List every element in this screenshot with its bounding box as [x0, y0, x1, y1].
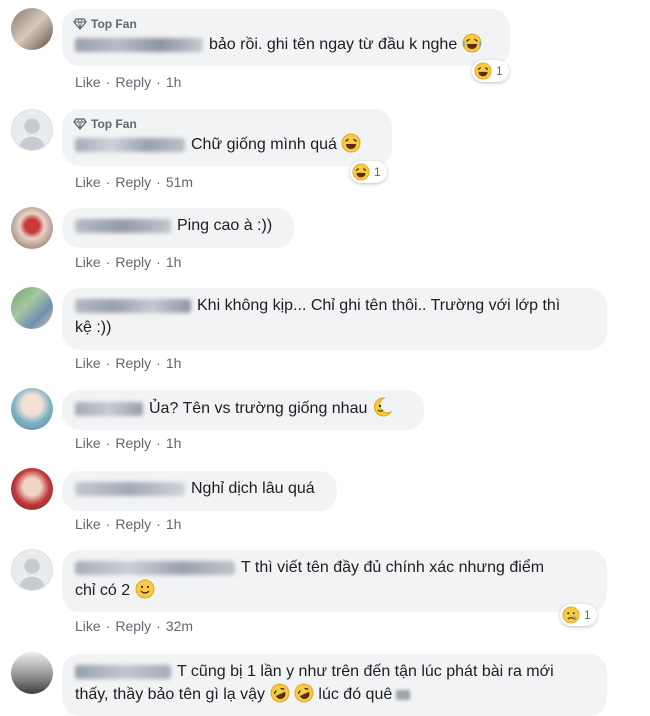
comment-bubble: Top Fan bảo rồi. ghi tên ngay từ đầu k n… — [62, 9, 510, 66]
comment-bubble: Ủa? Tên vs trường giống nhau — [62, 390, 424, 430]
avatar[interactable] — [11, 652, 53, 694]
comment-bubble: Khi không kịp... Chỉ ghi tên thôi.. Trườ… — [62, 288, 607, 350]
timestamp[interactable]: 1h — [166, 354, 182, 372]
comment-actions: Like · Reply · 1h — [75, 354, 182, 372]
comment-text-line-2: thấy, thầy bảo tên gì lạ vậy — [75, 686, 266, 703]
avatar[interactable] — [11, 109, 53, 151]
comment-actions: Like · Reply · 51m — [75, 173, 194, 191]
reaction-count[interactable]: 1 — [472, 60, 509, 82]
laughing-emoji — [341, 133, 361, 153]
laughing-emoji — [474, 62, 492, 80]
reaction-count[interactable]: 1 — [560, 604, 597, 626]
comment-text: Chữ giống mình quá — [191, 136, 337, 153]
smiling-emoji — [135, 579, 155, 599]
comment-text-line-1: Khi không kịp... Chỉ ghi tên thôi.. Trườ… — [197, 297, 561, 314]
timestamp[interactable]: 32m — [166, 617, 193, 635]
like-link[interactable]: Like — [75, 253, 101, 271]
author-name[interactable] — [75, 137, 185, 152]
comment-text-line-2-tail: lúc đó quê — [318, 686, 393, 703]
like-link[interactable]: Like — [75, 617, 101, 635]
comment-text: Ping cao à :)) — [177, 217, 273, 234]
like-link[interactable]: Like — [75, 173, 101, 191]
comment-actions: Like · Reply · 1h — [75, 253, 182, 271]
top-fan-badge: Top Fan — [73, 116, 379, 132]
avatar[interactable] — [11, 388, 53, 430]
reaction-count[interactable]: 1 — [350, 161, 387, 183]
comment-bubble: T cũng bị 1 lần y như trên đến tận lúc p… — [62, 654, 607, 716]
reply-link[interactable]: Reply — [115, 173, 151, 191]
timestamp[interactable]: 1h — [166, 253, 182, 271]
crescent-moon-face-emoji — [373, 397, 392, 417]
author-name[interactable] — [75, 218, 171, 233]
timestamp[interactable]: 1h — [166, 434, 182, 452]
diamond-icon — [73, 118, 87, 130]
comment-text-line-1: T thì viết tên đầy đủ chính xác nhưng đi… — [241, 559, 545, 576]
comment-bubble: T thì viết tên đầy đủ chính xác nhưng đi… — [62, 550, 607, 612]
like-link[interactable]: Like — [75, 434, 101, 452]
reply-link[interactable]: Reply — [115, 617, 151, 635]
author-name[interactable] — [75, 664, 171, 679]
timestamp[interactable]: 1h — [166, 515, 182, 533]
author-name[interactable] — [75, 560, 235, 575]
diamond-icon — [73, 18, 87, 30]
author-name[interactable] — [75, 37, 203, 52]
comment-actions: Like · Reply · 1h — [75, 434, 182, 452]
author-name[interactable] — [75, 298, 191, 313]
like-link[interactable]: Like — [75, 354, 101, 372]
comment-text: Nghỉ dịch lâu quá — [191, 480, 315, 497]
default-profile-icon — [12, 110, 52, 150]
author-name[interactable] — [75, 481, 185, 496]
reply-link[interactable]: Reply — [115, 434, 151, 452]
reply-link[interactable]: Reply — [115, 354, 151, 372]
like-link[interactable]: Like — [75, 515, 101, 533]
comment-actions: Like · Reply · 1h — [75, 515, 182, 533]
avatar[interactable] — [11, 8, 53, 50]
avatar[interactable] — [11, 207, 53, 249]
comment-bubble: Nghỉ dịch lâu quá — [62, 471, 337, 511]
like-link[interactable]: Like — [75, 73, 101, 91]
avatar[interactable] — [11, 468, 53, 510]
reply-link[interactable]: Reply — [115, 73, 151, 91]
reply-link[interactable]: Reply — [115, 515, 151, 533]
comment-actions: Like · Reply · 32m — [75, 617, 194, 635]
blurred-text — [396, 689, 411, 700]
comment-text-line-2: chỉ có 2 — [75, 582, 131, 599]
comment-text: bảo rồi. ghi tên ngay từ đầu k nghe — [209, 36, 458, 53]
comment-text: Ủa? Tên vs trường giống nhau — [149, 400, 368, 417]
comment-bubble: Ping cao à :)) — [62, 208, 294, 248]
comment-bubble: Top Fan Chữ giống mình quá — [62, 109, 392, 166]
laughing-emoji — [352, 163, 370, 181]
comment-actions: Like · Reply · 1h — [75, 73, 182, 91]
top-fan-badge: Top Fan — [73, 16, 497, 32]
sad-emoji — [562, 606, 580, 624]
timestamp[interactable]: 1h — [166, 73, 182, 91]
rolling-laughing-emoji — [294, 683, 314, 703]
author-name[interactable] — [75, 401, 143, 416]
laughing-emoji — [462, 33, 482, 53]
comment-text-line-1: T cũng bị 1 lần y như trên đến tận lúc p… — [177, 663, 554, 680]
default-profile-icon — [12, 550, 52, 590]
rolling-laughing-emoji — [270, 683, 289, 703]
reply-link[interactable]: Reply — [115, 253, 151, 271]
timestamp[interactable]: 51m — [166, 173, 193, 191]
avatar[interactable] — [11, 549, 53, 591]
comment-text-line-2: kệ :)) — [75, 319, 112, 336]
avatar[interactable] — [11, 287, 53, 329]
